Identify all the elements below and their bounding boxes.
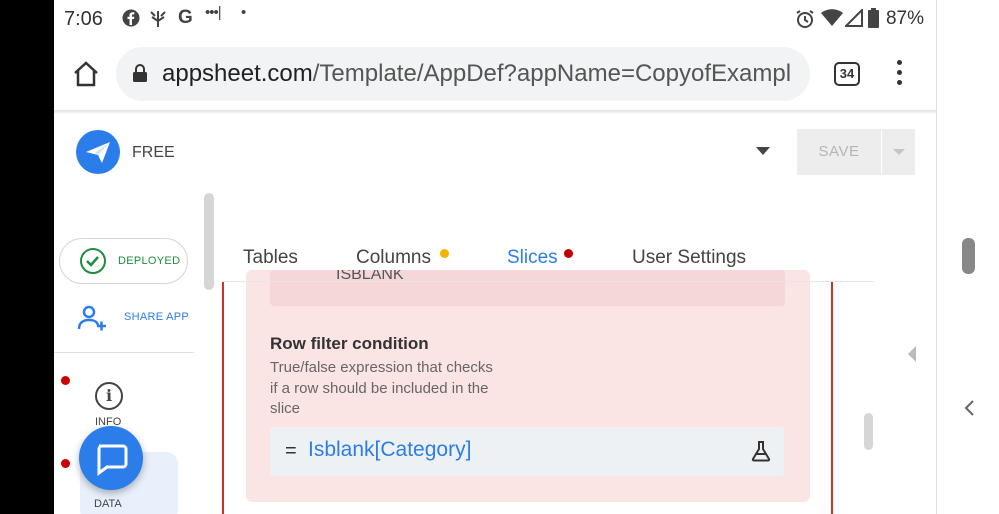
app-logo[interactable] — [76, 130, 120, 174]
info-icon[interactable]: i — [95, 382, 123, 410]
pinwheel-icon — [148, 9, 168, 34]
lock-icon — [132, 64, 148, 82]
toolbar-divider — [54, 110, 936, 114]
tabs-divider — [222, 281, 874, 282]
data-nav-label[interactable]: DATA — [94, 498, 122, 510]
row-filter-title: Row filter condition — [270, 334, 429, 353]
data-alert-dot — [61, 459, 70, 468]
status-time: 7:06 — [64, 8, 103, 30]
signal-dots-icon: •••| — [205, 4, 222, 21]
previous-field[interactable]: ISBLANK — [270, 270, 785, 306]
google-icon: G — [178, 7, 193, 28]
flask-icon[interactable] — [750, 440, 772, 462]
columns-warning-dot — [440, 249, 449, 258]
tab-columns[interactable]: Columns — [356, 247, 431, 269]
plan-label: FREE — [132, 144, 175, 161]
home-button[interactable] — [72, 60, 100, 88]
back-icon[interactable] — [962, 398, 976, 418]
tab-user-settings[interactable]: User Settings — [632, 247, 746, 269]
chevron-down-icon[interactable] — [756, 147, 770, 155]
tab-slices[interactable]: Slices — [507, 247, 558, 269]
deployed-badge[interactable]: DEPLOYED — [59, 238, 188, 284]
deployed-label: DEPLOYED — [118, 255, 181, 267]
url-text[interactable]: appsheet.com/Template/AppDef?appName=Cop… — [162, 60, 802, 88]
url-domain: appsheet.com — [162, 60, 313, 87]
chat-button[interactable] — [79, 426, 143, 490]
tab-switcher-button[interactable]: 34 — [834, 62, 860, 86]
battery-percent: 87% — [885, 8, 924, 29]
edge-panel-handle[interactable] — [962, 238, 975, 274]
browser-menu-icon[interactable] — [894, 60, 904, 88]
row-filter-description-line: slice — [270, 400, 301, 417]
row-filter-description: True/false expression that checks if a r… — [270, 358, 540, 420]
row-filter-expression-field[interactable]: = Isblank[Category] — [270, 427, 784, 476]
check-circle-icon — [80, 248, 106, 274]
save-options-button[interactable] — [882, 129, 915, 175]
alarm-icon — [795, 9, 815, 34]
nav-divider — [54, 352, 194, 353]
row-filter-description-line: True/false expression that checks — [270, 359, 493, 376]
share-app-icon[interactable] — [77, 305, 107, 331]
save-button[interactable]: SAVE — [797, 129, 881, 175]
left-nav-scrollbar[interactable] — [204, 193, 214, 290]
collapse-arrow-icon[interactable] — [908, 346, 916, 362]
editor-scrollbar[interactable] — [864, 413, 873, 450]
system-side-panel — [908, 0, 999, 514]
dot-icon: • — [241, 4, 247, 21]
tab-tables[interactable]: Tables — [243, 247, 298, 269]
facebook-icon — [122, 9, 140, 32]
phone-screen: 7:06 G •••| • 87% appsheet.com/Template/… — [54, 0, 936, 514]
share-app-label[interactable]: SHARE APP — [124, 311, 189, 323]
expression-value[interactable]: Isblank[Category] — [308, 438, 471, 462]
slices-error-dot — [564, 249, 573, 258]
expression-equals-sign: = — [285, 440, 297, 462]
info-alert-dot — [61, 376, 70, 385]
wifi-icon — [821, 9, 843, 32]
cell-signal-icon — [843, 7, 863, 32]
url-path: /Template/AppDef?appName=CopyofExampl — [312, 60, 792, 87]
row-filter-description-line: if a row should be included in the — [270, 379, 489, 397]
battery-icon — [868, 8, 879, 33]
